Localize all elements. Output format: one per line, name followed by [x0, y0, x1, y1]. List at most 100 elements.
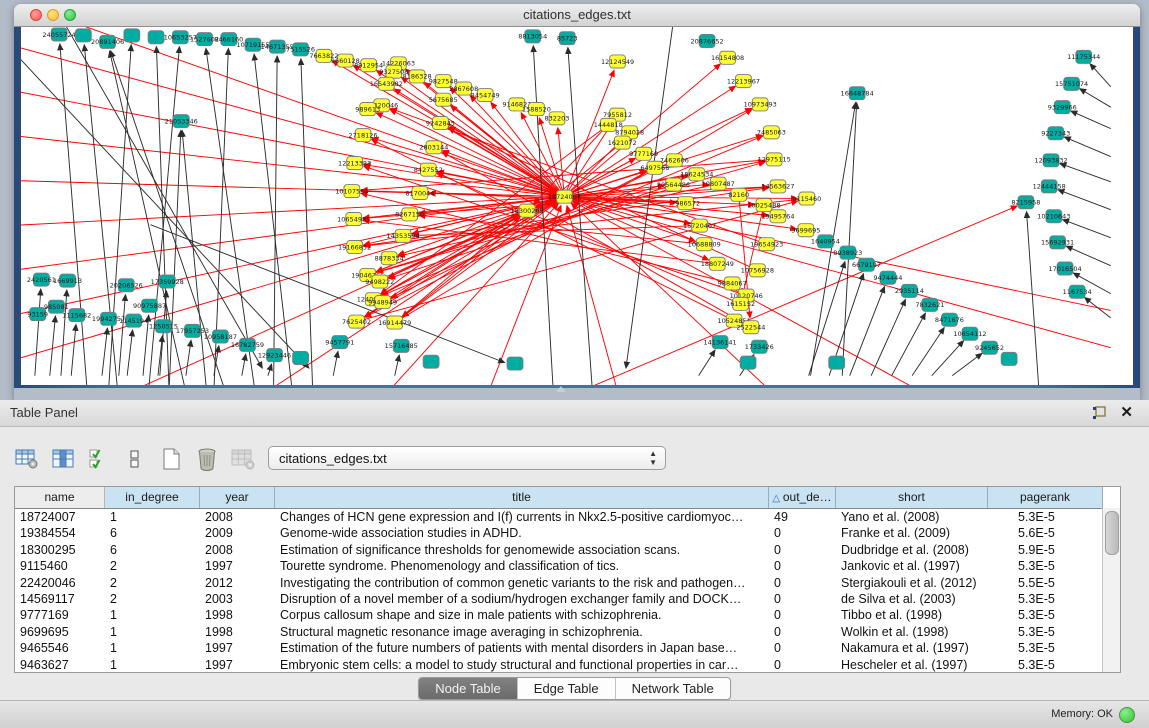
graph-node[interactable]: 8938923 [833, 246, 862, 259]
graph-node[interactable]: 7832621 [915, 298, 944, 311]
column-header-title[interactable]: title [275, 487, 769, 508]
graph-node[interactable]: 20206526 [110, 279, 143, 292]
table-row[interactable]: 946362711997Embryonic stem cells: a mode… [15, 657, 1120, 673]
graph-node[interactable]: 9948949 [368, 296, 397, 309]
window-titlebar[interactable]: citations_edges.txt [14, 4, 1140, 27]
graph-node[interactable]: 1669913 [53, 274, 82, 287]
graph-node[interactable]: 8813054 [518, 30, 547, 43]
graph-node[interactable]: 20891406 [91, 35, 124, 48]
graph-node[interactable]: 7986572 [671, 197, 700, 210]
graph-node[interactable]: 15751074 [1055, 77, 1088, 90]
table-selector-dropdown[interactable]: citations_edges.txt ▲▼ [268, 446, 666, 470]
tab-node-table[interactable]: Node Table [419, 678, 518, 699]
graph-node[interactable]: 9474444 [873, 271, 902, 284]
graph-node[interactable]: 9245652 [975, 341, 1004, 354]
scrollbar-thumb[interactable] [1105, 511, 1119, 555]
graph-node[interactable]: 15720407 [683, 219, 716, 232]
graph-node[interactable]: 10973493 [744, 98, 777, 111]
graph-node[interactable]: 1115682 [62, 309, 91, 322]
graph-node[interactable]: 9777169 [629, 147, 658, 160]
graph-node[interactable]: 2935114 [895, 284, 924, 297]
column-header-pagerank[interactable]: pagerank [988, 487, 1103, 508]
node-attribute-table[interactable]: namein_degreeyeartitle△ out_de…shortpage… [14, 486, 1121, 673]
graph-node[interactable]: 14136141 [704, 336, 737, 349]
graph-node[interactable]: 17016504 [1048, 262, 1081, 275]
graph-node[interactable]: 2420561 [27, 273, 56, 286]
delete-rows-trash-icon[interactable] [194, 446, 220, 472]
graph-node[interactable]: 20876652 [690, 34, 723, 47]
graph-node[interactable]: 16648784 [841, 87, 874, 100]
column-header-short[interactable]: short [836, 487, 988, 508]
graph-node[interactable]: 1621072 [608, 136, 637, 149]
graph-node[interactable]: 8170044 [405, 186, 434, 199]
table-row[interactable]: 1872400712008Changes of HCN gene express… [15, 509, 1120, 525]
graph-node[interactable] [75, 29, 91, 42]
graph-node[interactable]: 989613 [355, 103, 380, 116]
graph-node[interactable]: 90975887 [133, 299, 166, 312]
graph-node[interactable]: 16914479 [378, 316, 411, 329]
graph-node[interactable]: 24055724 [43, 28, 76, 41]
select-all-columns-icon[interactable] [86, 446, 112, 472]
graph-node[interactable]: 10107554 [335, 185, 368, 198]
graph-node[interactable]: 832203 [545, 112, 570, 125]
table-row[interactable]: 1456911722003Disruption of a novel membe… [15, 591, 1120, 607]
table-row[interactable]: 2242004622012Investigating the contribut… [15, 575, 1120, 591]
graph-node[interactable]: 5675685 [429, 93, 458, 106]
memory-status-indicator-icon[interactable] [1119, 707, 1135, 723]
vertical-scrollbar[interactable] [1102, 508, 1120, 672]
table-body[interactable]: 1872400712008Changes of HCN gene express… [15, 509, 1120, 673]
graph-node[interactable]: 18807249 [701, 257, 734, 270]
graph-node[interactable]: 10807487 [702, 177, 735, 190]
graph-node[interactable]: 19654923 [750, 238, 783, 251]
graph-node[interactable]: 19166852 [338, 240, 371, 253]
column-header-name[interactable]: name [15, 487, 105, 508]
graph-node[interactable] [829, 356, 845, 369]
graph-node[interactable] [507, 357, 523, 370]
table-row[interactable]: 946554611997Estimation of the future num… [15, 640, 1120, 656]
graph-node[interactable]: 1167534 [1063, 285, 1092, 298]
tab-edge-table[interactable]: Edge Table [518, 678, 616, 699]
graph-node[interactable]: 9498222 [365, 275, 394, 288]
graph-node[interactable]: 9699695 [791, 224, 820, 237]
graph-node[interactable]: 9884067 [718, 277, 747, 290]
tab-network-table[interactable]: Network Table [616, 678, 730, 699]
graph-node[interactable]: 15692931 [1041, 236, 1074, 249]
graph-node[interactable]: 8454749 [471, 89, 500, 102]
graph-node[interactable]: 19495764 [761, 210, 794, 223]
graph-node[interactable]: 10688809 [688, 238, 721, 251]
graph-node[interactable]: 12975115 [758, 153, 791, 166]
show-columns-icon[interactable] [50, 446, 76, 472]
graph-node[interactable]: 11175344 [1067, 50, 1100, 63]
table-header-row[interactable]: namein_degreeyeartitle△ out_de…shortpage… [15, 487, 1120, 509]
graph-node[interactable]: 9457791 [325, 336, 354, 349]
table-row[interactable]: 1830029562008Estimation of significance … [15, 542, 1120, 558]
table-row[interactable]: 911546021997Tourette syndrome. Phenomeno… [15, 558, 1120, 574]
graph-node[interactable]: 12923446 [258, 349, 291, 362]
graph-node[interactable] [293, 351, 309, 364]
graph-node[interactable]: 1588520 [522, 103, 551, 116]
graph-node[interactable]: 1640954 [811, 235, 840, 248]
graph-node[interactable] [740, 356, 756, 369]
column-header-in_degree[interactable]: in_degree [105, 487, 200, 508]
table-row[interactable]: 977716911998Corpus callosum shape and si… [15, 607, 1120, 623]
table-settings-icon[interactable] [14, 446, 40, 472]
graph-node[interactable] [1001, 352, 1017, 365]
graph-node[interactable] [423, 355, 439, 368]
graph-node[interactable]: 8471676 [935, 313, 964, 326]
segmented-control[interactable]: Node TableEdge TableNetwork Table [418, 677, 731, 700]
graph-node[interactable]: 6679197 [852, 258, 881, 271]
float-panel-icon[interactable] [1091, 405, 1107, 421]
graph-node[interactable]: 15716485 [385, 339, 418, 352]
graph-node[interactable]: 16154808 [711, 51, 744, 64]
graph-node[interactable] [124, 29, 140, 42]
graph-node[interactable]: 17359928 [151, 275, 184, 288]
graph-node[interactable]: 18624534 [680, 168, 713, 181]
graph-node[interactable]: 16543982 [370, 77, 403, 90]
splitter-handle-icon[interactable] [556, 386, 566, 392]
graph-node[interactable]: 82160 [728, 188, 749, 201]
new-table-icon[interactable] [158, 446, 184, 472]
table-row[interactable]: 969969511998Structural magnetic resonanc… [15, 624, 1120, 640]
graph-node[interactable]: 1615152 [726, 297, 755, 310]
graph-node[interactable]: 12213383 [338, 157, 371, 170]
graph-node[interactable]: 1250515 [149, 320, 178, 333]
